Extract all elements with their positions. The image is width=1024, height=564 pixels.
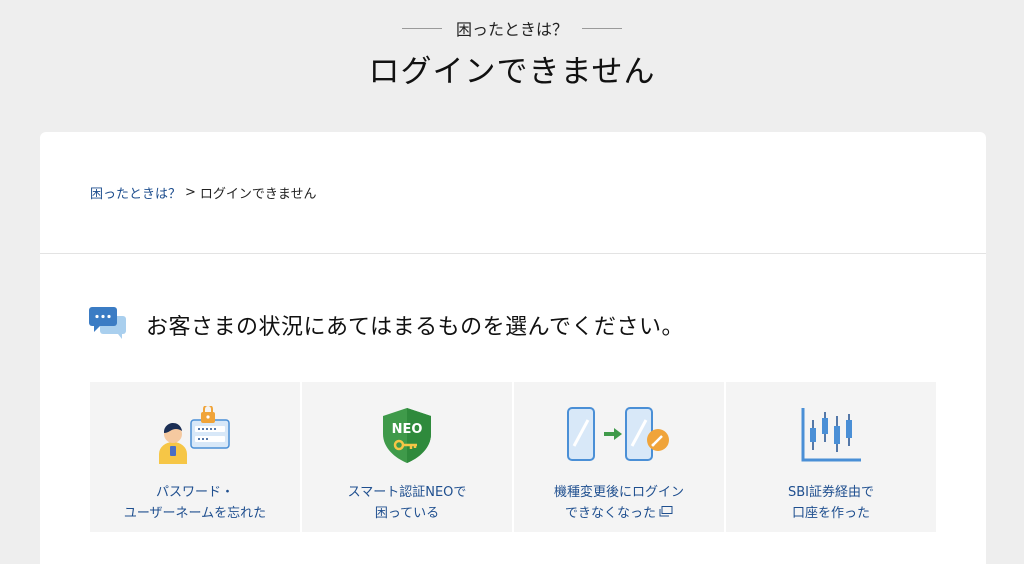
section-divider: [40, 253, 986, 254]
option-label: パスワード・ ユーザーネームを忘れた: [123, 485, 267, 521]
option-label: 機種変更後にログイン できなくなった: [554, 482, 684, 524]
eyebrow-rule-left: [401, 27, 442, 29]
chat-bubbles-icon: [88, 306, 128, 344]
breadcrumb-link-help[interactable]: 困ったときは？: [90, 183, 181, 202]
options-grid: パスワード・ ユーザーネームを忘れた NEO スマート認証NEOで 困っている: [90, 382, 936, 532]
question-heading: お客さまの状況にあてはまるものを選んでください。: [88, 306, 684, 344]
option-sbi-account[interactable]: SBI証券経由で 口座を作った: [726, 382, 936, 532]
eyebrow-text: 困ったときは？: [455, 20, 568, 39]
eyebrow-rule-right: [582, 27, 622, 29]
option-forgot-password[interactable]: パスワード・ ユーザーネームを忘れた: [90, 382, 300, 532]
breadcrumb: 困ったときは？ > ログインできません: [90, 183, 317, 202]
question-text: お客さまの状況にあてはまるものを選んでください。: [146, 315, 685, 340]
candlestick-chart-icon: [799, 406, 863, 464]
option-device-change[interactable]: 機種変更後にログイン できなくなった: [514, 382, 724, 532]
shield-label: NEO: [392, 422, 423, 437]
content-card: 困ったときは？ > ログインできません お客さまの状況にあてはまるものを選んでく…: [40, 132, 986, 564]
option-label: スマート認証NEOで 困っている: [347, 485, 467, 521]
option-smart-auth-neo[interactable]: NEO スマート認証NEOで 困っている: [302, 382, 512, 532]
breadcrumb-current: ログインできません: [199, 187, 317, 202]
page-title: ログインできません: [368, 54, 656, 90]
option-label: SBI証券経由で 口座を作った: [787, 485, 874, 521]
page-eyebrow: 困ったときは？: [0, 16, 1024, 40]
external-window-icon: [659, 503, 673, 524]
person-lock-icon: [155, 406, 235, 464]
breadcrumb-separator: >: [185, 185, 196, 200]
neo-shield-icon: NEO: [377, 406, 437, 464]
phone-transfer-icon: [564, 406, 674, 464]
